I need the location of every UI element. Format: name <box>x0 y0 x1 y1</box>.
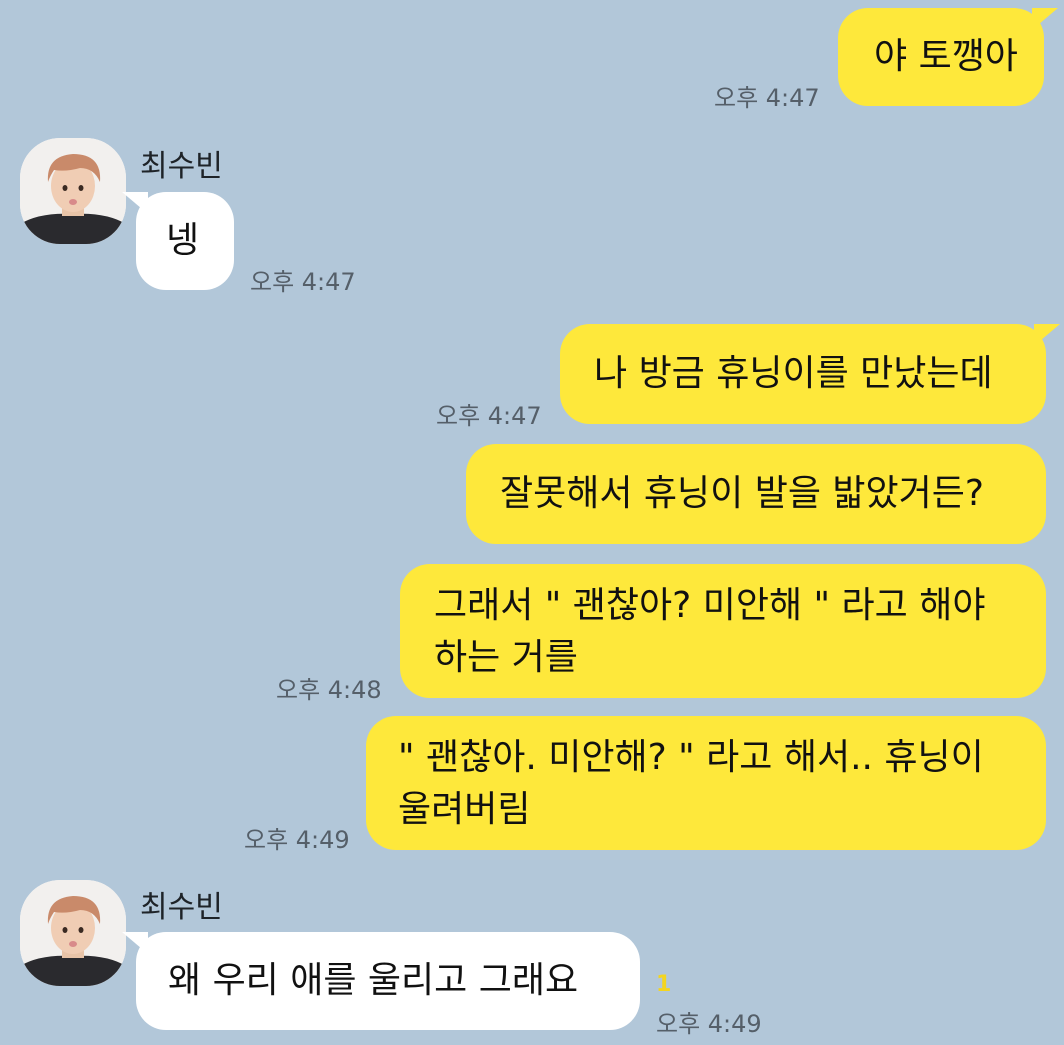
message-timestamp: 오후 4:47 <box>436 402 542 430</box>
message-text: 나 방금 휴닝이를 만났는데 <box>594 353 993 394</box>
sender-name: 최수빈 <box>140 890 223 925</box>
outgoing-message-bubble[interactable]: 그래서 " 괜찮아? 미안해 " 라고 해야 하는 거를 <box>400 564 1046 698</box>
message-text-line: 그래서 " 괜찮아? 미안해 " 라고 해야 <box>434 585 986 626</box>
unread-count: 1 <box>656 972 672 997</box>
message-timestamp: 오후 4:48 <box>276 676 382 704</box>
profile-photo-icon <box>20 138 126 244</box>
message-timestamp: 오후 4:47 <box>250 268 356 296</box>
message-timestamp: 오후 4:47 <box>714 84 820 112</box>
sender-avatar[interactable] <box>20 880 126 986</box>
outgoing-message-bubble[interactable]: 잘못해서 휴닝이 발을 밟았거든? <box>466 444 1046 544</box>
message-text: 야 토깽아 <box>874 36 1018 77</box>
incoming-message-bubble[interactable]: 넹 <box>122 192 234 290</box>
message-timestamp: 오후 4:49 <box>656 1010 762 1038</box>
sender-avatar[interactable] <box>20 138 126 244</box>
outgoing-message-bubble[interactable]: 야 토깽아 <box>838 8 1058 106</box>
outgoing-message-bubble[interactable]: 나 방금 휴닝이를 만났는데 <box>560 324 1060 424</box>
message-text: 왜 우리 애를 울리고 그래요 <box>168 960 579 1001</box>
sender-name: 최수빈 <box>140 149 223 184</box>
message-text-line: 하는 거를 <box>434 637 578 678</box>
message-text-line: 울려버림 <box>398 789 531 830</box>
message-text: 잘못해서 휴닝이 발을 밟았거든? <box>500 473 984 514</box>
message-text: 넹 <box>166 220 200 261</box>
message-timestamp: 오후 4:49 <box>244 826 350 854</box>
outgoing-message-bubble[interactable]: " 괜찮아. 미안해? " 라고 해서.. 휴닝이 울려버림 <box>366 716 1046 850</box>
incoming-message-bubble[interactable]: 왜 우리 애를 울리고 그래요 <box>122 932 640 1030</box>
message-text-line: " 괜찮아. 미안해? " 라고 해서.. 휴닝이 <box>398 737 984 778</box>
profile-photo-icon <box>20 880 126 986</box>
